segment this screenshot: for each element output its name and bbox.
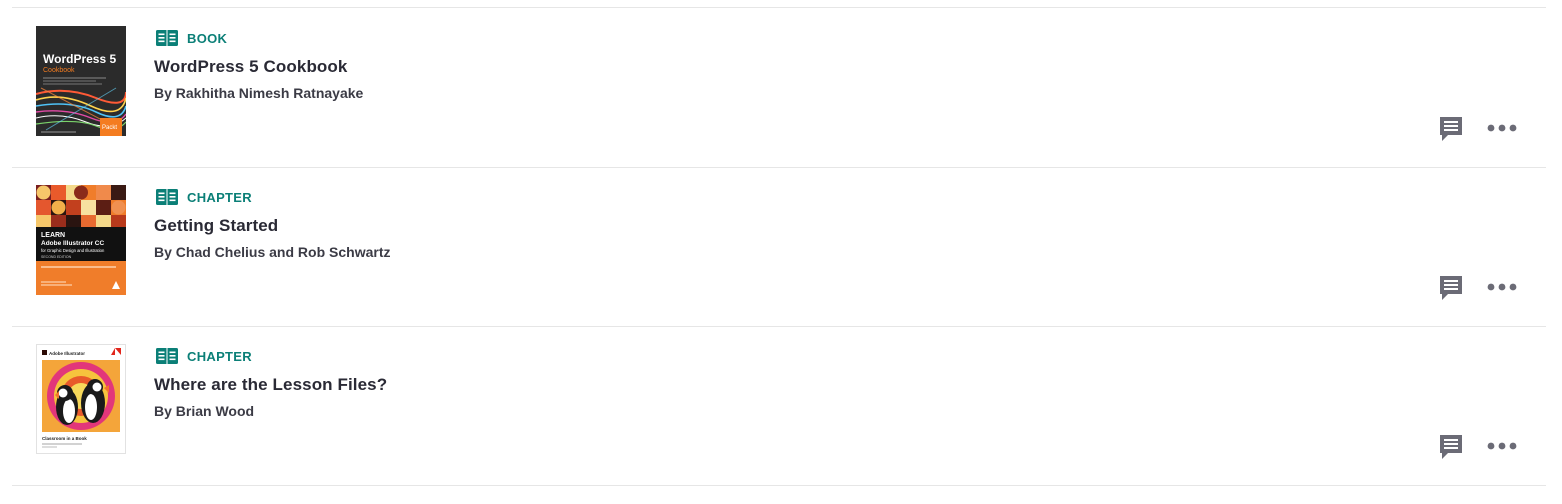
result-meta: CHAPTER Where are the Lesson Files? By B… [154, 346, 387, 419]
open-book-icon [156, 189, 178, 205]
book-cover[interactable]: LEARN Adobe Illustrator CC for Graphic D… [36, 185, 126, 295]
cover-series: Classroom in a Book [42, 436, 87, 441]
content-type-label: BOOK [187, 30, 228, 46]
result-item[interactable]: Adobe Illustrator Classroom in a Book CH… [0, 326, 1562, 484]
result-title[interactable]: WordPress 5 Cookbook [154, 57, 363, 77]
content-type-label: CHAPTER [187, 348, 252, 364]
cover-title: LEARN [41, 232, 65, 239]
note-icon[interactable] [1439, 434, 1463, 460]
content-type: BOOK [154, 28, 363, 48]
result-title[interactable]: Where are the Lesson Files? [154, 375, 387, 395]
search-results-list: WordPress 5 Cookbook Packt BOOK WordPres… [0, 0, 1562, 504]
book-cover[interactable]: WordPress 5 Cookbook Packt [36, 26, 126, 136]
cover-publisher: Packt [102, 125, 117, 131]
result-title[interactable]: Getting Started [154, 216, 390, 236]
content-type: CHAPTER [154, 346, 387, 366]
content-type: CHAPTER [154, 187, 390, 207]
content-type-label: CHAPTER [187, 189, 252, 205]
open-book-icon [156, 30, 178, 46]
result-meta: BOOK WordPress 5 Cookbook By Rakhitha Ni… [154, 28, 363, 101]
cover-subtitle: Cookbook [43, 67, 75, 74]
result-author: By Chad Chelius and Rob Schwartz [154, 244, 391, 260]
open-book-icon [156, 348, 178, 364]
cover-edition: SECOND EDITION [41, 255, 72, 259]
more-horizontal-icon[interactable] [1487, 121, 1517, 135]
note-icon[interactable] [1439, 275, 1463, 301]
note-icon[interactable] [1439, 116, 1463, 142]
result-author: By Brian Wood [154, 403, 255, 419]
cover-brand: Adobe Illustrator [49, 351, 85, 356]
divider [12, 485, 1546, 486]
cover-title-line3: for Graphic Design and Illustration [41, 248, 105, 253]
more-horizontal-icon[interactable] [1487, 280, 1517, 294]
cover-title: WordPress 5 [43, 52, 116, 66]
cover-title-line2: Adobe Illustrator CC [41, 240, 105, 247]
book-cover[interactable]: Adobe Illustrator Classroom in a Book [36, 344, 126, 454]
result-item[interactable]: LEARN Adobe Illustrator CC for Graphic D… [0, 167, 1562, 325]
result-meta: CHAPTER Getting Started By Chad Chelius … [154, 187, 390, 260]
result-item[interactable]: WordPress 5 Cookbook Packt BOOK WordPres… [0, 8, 1562, 166]
more-horizontal-icon[interactable] [1487, 439, 1517, 453]
result-author: By Rakhitha Nimesh Ratnayake [154, 85, 364, 101]
